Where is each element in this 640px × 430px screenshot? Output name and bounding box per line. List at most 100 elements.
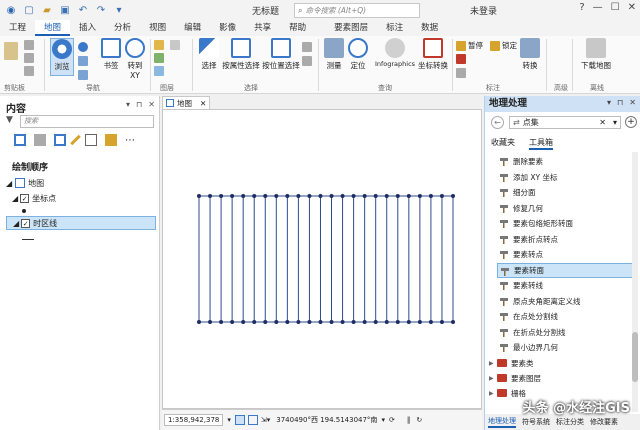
tab-share[interactable]: 共享 [245,20,280,36]
tool-item[interactable]: 要素转面 [497,262,635,278]
coordinate-point[interactable] [340,194,345,198]
coordinate-point[interactable] [417,194,422,198]
expand-arrow-icon[interactable]: ▶ [489,375,494,382]
new-project-icon[interactable]: ▢ [22,3,36,17]
list-by-labeling-icon[interactable] [105,134,117,146]
tool-item[interactable]: 要素折点转点 [497,232,635,248]
tree-item-point-layer[interactable]: ◢ ✓ 坐标点 [12,191,56,205]
coordinate-point[interactable] [329,320,334,324]
tab-analysis[interactable]: 分析 [105,20,140,36]
coordinate-point[interactable] [274,320,279,324]
tool-item[interactable]: 最小边界几何 [497,340,635,356]
coordinate-point[interactable] [241,194,246,198]
maximize-icon[interactable]: ☐ [611,2,620,13]
tool-item[interactable]: 细分面 [497,185,635,201]
tab-view[interactable]: 视图 [140,20,175,36]
tool-item[interactable]: 删除要素 [497,154,635,170]
pane-menu-icon[interactable]: ▾ [126,100,130,109]
coordinate-point[interactable] [230,194,235,198]
app-logo-icon[interactable]: ◉ [4,3,18,17]
expand-arrow-icon[interactable]: ▶ [489,390,494,397]
coordinate-point[interactable] [307,194,312,198]
scrollbar-thumb[interactable] [632,332,638,382]
pane-menu-icon[interactable]: ▾ [607,98,611,107]
coordinate-point[interactable] [285,194,290,198]
coordinate-point[interactable] [384,320,389,324]
coordinate-point[interactable] [307,320,312,324]
filter-icon[interactable]: ▼ [6,115,13,125]
redo-icon[interactable]: ↷ [94,3,108,17]
open-folder-icon[interactable]: ▰ [40,3,54,17]
pause-labeling-button[interactable]: 暂停 [456,40,483,51]
add-graphics-button[interactable] [170,40,182,50]
select-button[interactable]: 选择 [197,38,221,71]
coordinate-point[interactable] [373,320,378,324]
coordinate-point[interactable] [296,194,301,198]
convert-button[interactable]: 转换 [518,38,542,71]
list-by-selection-icon[interactable] [54,134,66,146]
minimize-icon[interactable]: — [593,2,603,13]
clear-selection-button[interactable] [302,56,314,66]
tool-item[interactable]: 修复几何 [497,201,635,217]
tool-item[interactable]: 添加 XY 坐标 [497,170,635,186]
view-unplaced-button[interactable] [456,54,468,64]
coordinate-point[interactable] [219,194,224,198]
coordinate-point[interactable] [329,194,334,198]
tab-feature-layer[interactable]: 要素图层 [325,20,377,36]
coordinate-point[interactable] [263,194,268,198]
tree-item-timezone-lines[interactable]: ◢ ✓ 时区线 [6,216,156,230]
select-by-attributes-button[interactable]: 按属性选择 [222,38,260,71]
help-icon[interactable]: ? [579,2,584,13]
infographics-button[interactable]: Infographics [370,38,420,68]
command-search-input[interactable]: ⌕ 命令搜索 (Alt+Q) [294,3,420,18]
tab-labeling[interactable]: 标注 [377,20,412,36]
layout-icon[interactable] [247,415,258,425]
chevron-down-icon[interactable]: ▾ [227,416,231,424]
coordinate-point[interactable] [318,194,323,198]
paste-button[interactable] [4,42,20,60]
coordinate-point[interactable] [252,194,257,198]
add-data-button[interactable] [154,40,166,50]
tool-list-scrollbar[interactable] [632,152,638,412]
tab-project[interactable]: 工程 [0,20,35,36]
tool-item[interactable]: 在点处分割线 [497,309,635,325]
bookmarks-button[interactable]: 书签 [100,38,122,71]
coordinate-point[interactable] [428,320,433,324]
close-icon[interactable]: ✕ [629,98,636,107]
coordinate-point[interactable] [230,320,235,324]
tool-item[interactable]: 原点夹角距离定义线 [497,294,635,310]
measure-button[interactable]: 测量 [322,38,346,71]
coordinate-point[interactable] [241,320,246,324]
coordinate-point[interactable] [439,194,444,198]
tab-geoprocessing[interactable]: 地理处理 [488,416,516,428]
tab-data[interactable]: 数据 [412,20,447,36]
rotation-icon[interactable]: ⇲▾ [261,416,270,424]
coordinate-point[interactable] [296,320,301,324]
coordinate-point[interactable] [373,194,378,198]
sign-in-status[interactable]: 未登录 [470,4,497,17]
tab-edit[interactable]: 编辑 [175,20,210,36]
coordinate-point[interactable] [219,320,224,324]
save-icon[interactable]: ▣ [58,3,72,17]
undo-icon[interactable]: ↶ [76,3,90,17]
goto-xy-button[interactable]: 转到 XY [124,38,146,80]
tool-item[interactable]: 要素包络矩形转面 [497,216,635,232]
pause-drawing-icon[interactable]: ‖ [407,416,411,424]
tab-map[interactable]: 地图 [35,20,71,36]
refresh-icon[interactable]: ⟳ [389,416,395,424]
collapse-arrow-icon[interactable]: ◢ [12,194,18,203]
expand-arrow-icon[interactable]: ▶ [489,360,494,367]
copy-path-button[interactable] [24,66,36,76]
tree-item-map[interactable]: ◢ 地图 [6,176,44,190]
coordinate-point[interactable] [439,320,444,324]
tab-favorites[interactable]: 收藏夹 [491,137,515,150]
coordinate-point[interactable] [197,320,201,324]
map-canvas[interactable] [162,109,482,409]
coordinate-point[interactable] [351,194,356,198]
collapse-arrow-icon[interactable]: ◢ [6,179,12,188]
tool-item[interactable]: 要素转线 [497,278,635,294]
visibility-checkbox[interactable]: ✓ [21,218,31,228]
toolset-item[interactable]: ▶ 要素图层 [487,371,635,386]
download-map-button[interactable]: 下载地图 [578,38,614,71]
grid-icon[interactable] [234,415,245,425]
